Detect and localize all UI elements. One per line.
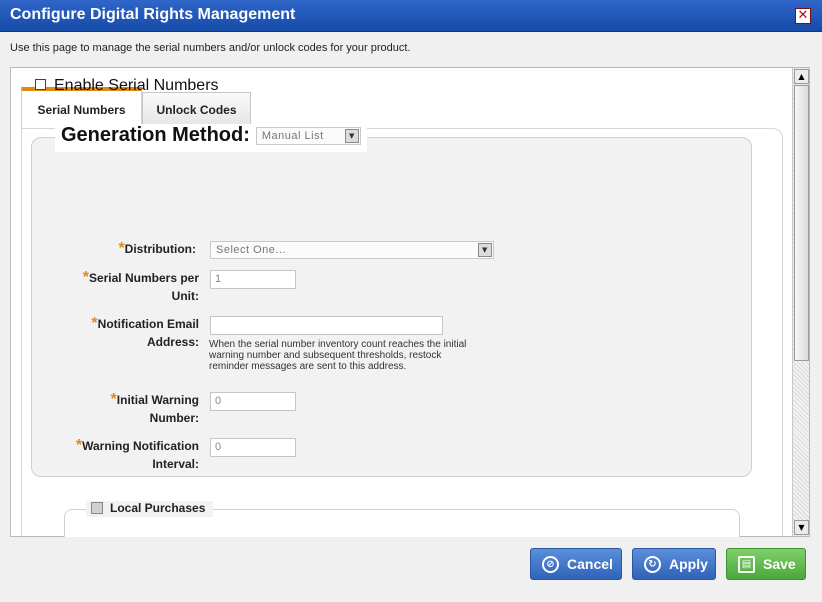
notification-email-label: *Notification Email Address: — [91, 315, 199, 349]
local-purchases-legend[interactable]: Local Purchases — [86, 501, 214, 517]
enable-serial-label: Enable Serial Numbers — [54, 77, 219, 94]
chevron-down-icon: ▼ — [344, 128, 359, 143]
vertical-scrollbar[interactable]: ▲ ▼ — [792, 68, 809, 536]
serials-per-unit-input[interactable]: 1 — [210, 270, 296, 289]
notification-email-input[interactable] — [210, 316, 443, 335]
scroll-thumb[interactable] — [794, 85, 809, 361]
save-button[interactable]: ▤ Save — [726, 548, 806, 580]
cancel-icon: ⊘ — [542, 556, 559, 573]
close-icon[interactable]: ✕ — [795, 8, 811, 24]
enable-serial-row[interactable]: Enable Serial Numbers — [35, 77, 219, 95]
serials-per-unit-label: *Serial Numbers per Unit: — [82, 269, 199, 303]
dialog-window: Configure Digital Rights Management ✕ Us… — [0, 0, 822, 602]
cancel-button[interactable]: ⊘ Cancel — [530, 548, 622, 580]
apply-button[interactable]: ↻ Apply — [632, 548, 716, 580]
local-purchases-label: Local Purchases — [110, 501, 206, 515]
warning-interval-label: *Warning Notification Interval: — [75, 437, 199, 471]
intro-text: Use this page to manage the serial numbe… — [10, 42, 411, 54]
scroll-down-icon[interactable]: ▼ — [794, 520, 809, 535]
scroll-up-icon[interactable]: ▲ — [794, 69, 809, 84]
refresh-icon: ↻ — [644, 556, 661, 573]
distribution-select[interactable]: Select One... ▼ — [210, 241, 494, 259]
notification-email-hint: When the serial number inventory count r… — [209, 339, 467, 372]
chevron-down-icon: ▼ — [478, 243, 492, 257]
local-purchases-checkbox[interactable] — [91, 501, 103, 514]
floppy-icon: ▤ — [738, 556, 755, 573]
initial-warning-label: *Initial Warning Number: — [110, 391, 199, 425]
title-bar[interactable]: Configure Digital Rights Management ✕ — [0, 0, 822, 32]
dialog-title: Configure Digital Rights Management — [10, 6, 296, 23]
generation-method-select[interactable]: Manual List ▼ — [255, 126, 361, 145]
initial-warning-input[interactable]: 0 — [210, 392, 296, 411]
distribution-label: *Distribution: — [118, 240, 196, 257]
distribution-value: Select One... — [216, 244, 287, 256]
enable-serial-checkbox[interactable] — [35, 79, 46, 91]
warning-interval-input[interactable]: 0 — [210, 438, 296, 457]
generation-method-value: Manual List — [261, 129, 324, 142]
generation-legend: Generation Method: Manual List ▼ — [55, 124, 367, 152]
generation-label: Generation Method: — [61, 124, 250, 146]
